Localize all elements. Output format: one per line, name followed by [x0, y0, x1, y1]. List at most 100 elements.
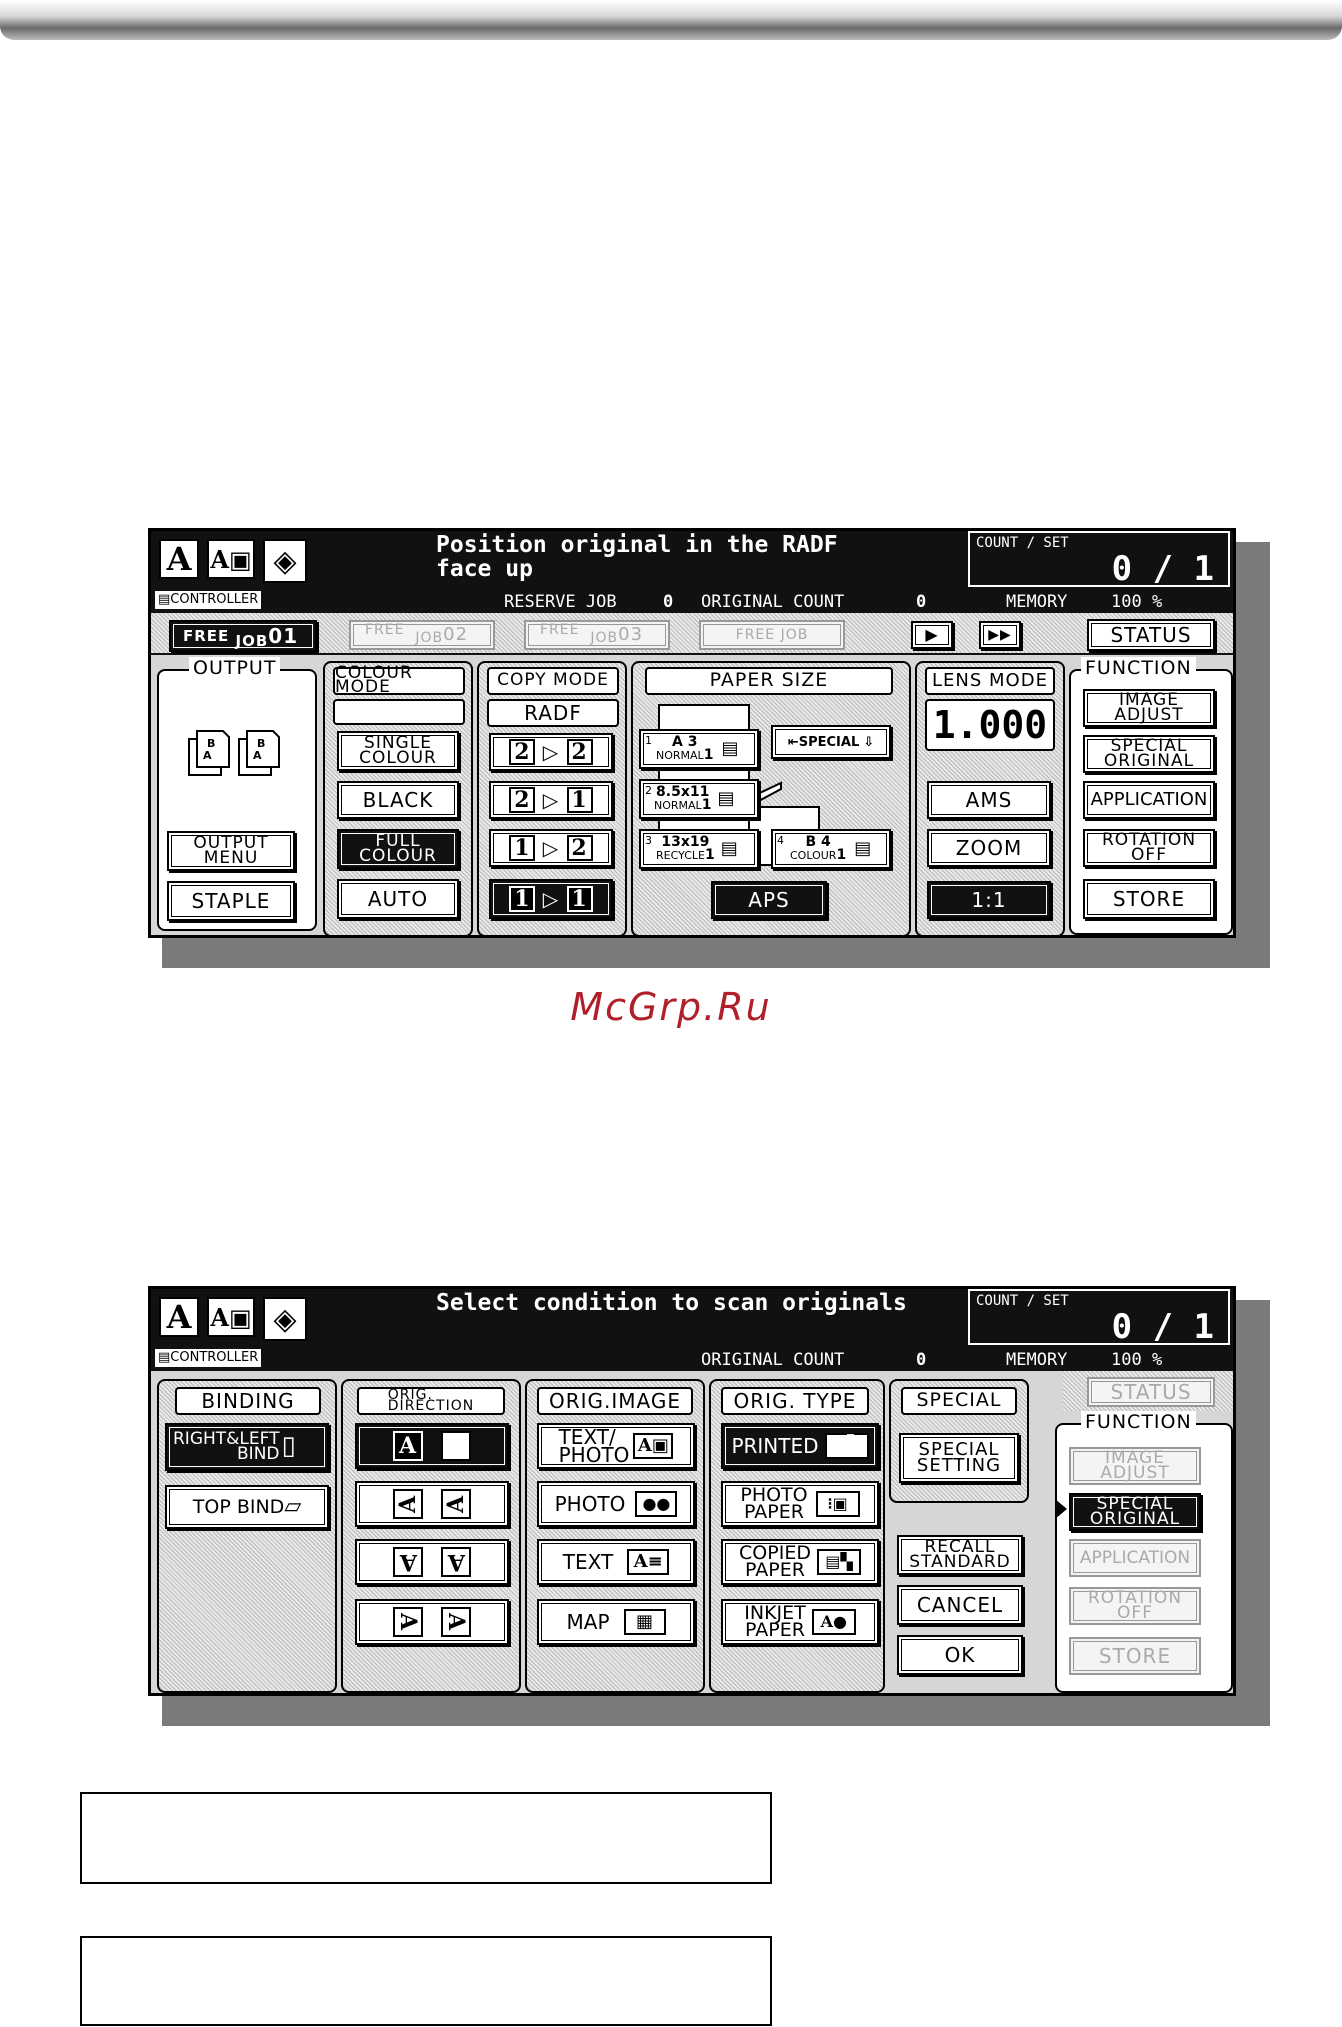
settings-diamond-icon[interactable]: ◈ — [263, 539, 307, 583]
copied-paper-button[interactable]: COPIED PAPER ▤▚ — [721, 1539, 879, 1585]
image-adjust-button[interactable]: IMAGE ADJUST — [1083, 689, 1215, 727]
paper-stack-icon: ▤ — [717, 788, 735, 809]
staple-button[interactable]: STAPLE — [167, 881, 295, 921]
job-03-number: 03 — [618, 624, 644, 645]
job-02-free: FREE — [365, 622, 405, 638]
full-colour-button[interactable]: FULL COLOUR — [337, 829, 459, 869]
fast-forward-icon: ▶▶ — [988, 627, 1012, 643]
paper-tray-3-button[interactable]: 3 13x19 RECYCLE1 ▤ — [639, 829, 759, 869]
paper-tray-1-button[interactable]: 1 A 3 NORMAL1 ▤ — [639, 729, 759, 769]
text-mode-icon[interactable]: A — [159, 539, 199, 579]
status-button[interactable]: STATUS — [1087, 619, 1215, 651]
text-photo-mode-icon[interactable]: A▣ — [207, 1297, 255, 1337]
special-paper-button[interactable]: ⇤ SPECIAL ⇩ — [771, 725, 891, 759]
copy-mode-2-1-button[interactable]: 2 ▷ 1 — [489, 781, 613, 819]
book-bind-icon: ▯ — [281, 1431, 296, 1462]
special-tray-icon: ⇤ — [787, 734, 799, 750]
text-photo-icon: A▣ — [633, 1433, 674, 1459]
orientation-a-upright-icon: A — [441, 1431, 471, 1461]
right-left-bind-button[interactable]: RIGHT&LEFT BIND ▯ — [165, 1423, 329, 1471]
text-button[interactable]: TEXT A≡ — [537, 1539, 695, 1585]
svg-text:A: A — [253, 749, 262, 762]
tray-number: 2 — [645, 784, 652, 797]
text-photo-button[interactable]: TEXT/ PHOTO A▣ — [537, 1423, 695, 1469]
direction-inverted-button[interactable]: AA — [355, 1539, 509, 1585]
tray-paper-level: 1 — [704, 847, 715, 863]
text-icon: A≡ — [627, 1549, 670, 1575]
aps-button[interactable]: APS — [711, 881, 827, 919]
count-set-box: COUNT / SET 0 / 1 — [968, 1289, 1230, 1347]
tray-paper-type: RECYCLE — [656, 849, 705, 862]
output-title: OUTPUT — [189, 657, 281, 679]
auto-colour-button[interactable]: AUTO — [337, 879, 459, 919]
photo-paper-button[interactable]: PHOTO PAPER ⁝▣ — [721, 1481, 879, 1527]
original-count-value: 0 — [916, 592, 927, 612]
black-button[interactable]: BLACK — [337, 781, 459, 819]
special-paper-label: SPECIAL — [798, 734, 860, 750]
paper-tray-4-button[interactable]: 4 B 4 COLOUR1 ▤ — [771, 829, 891, 869]
orientation-a-left-icon: A — [393, 1489, 423, 1519]
application-button[interactable]: APPLICATION — [1083, 781, 1215, 819]
top-bind-button[interactable]: TOP BIND ▱ — [165, 1485, 329, 1529]
photo-button[interactable]: PHOTO ●● — [537, 1481, 695, 1527]
zoom-button[interactable]: ZOOM — [927, 829, 1051, 867]
status-button[interactable]: STATUS — [1087, 1377, 1215, 1407]
store-button[interactable]: STORE — [1069, 1637, 1201, 1675]
paper-size-title: PAPER SIZE — [645, 667, 893, 695]
tray-paper-size: 13x19 — [661, 833, 710, 850]
photo-paper-icon: ⁝▣ — [815, 1491, 860, 1517]
text-mode-icon[interactable]: A — [159, 1297, 199, 1337]
application-button[interactable]: APPLICATION — [1069, 1539, 1201, 1577]
job-02-label: JOB — [415, 630, 444, 646]
copy-mode-2-2-button[interactable]: 2 ▷ 2 — [489, 733, 613, 771]
text-photo-mode-icon[interactable]: A▣ — [207, 539, 255, 579]
job-02-button[interactable]: FREE JOB 02 — [349, 620, 495, 650]
output-menu-button[interactable]: OUTPUT MENU — [167, 831, 295, 871]
copy-sides-value: 1 — [566, 787, 593, 813]
job-03-button[interactable]: FREE JOB 03 — [524, 620, 670, 650]
image-adjust-button[interactable]: IMAGE ADJUST — [1069, 1447, 1201, 1485]
copier-screen-special-original: A A▣ ◈ Select condition to scan original… — [148, 1286, 1270, 1726]
direction-right-button[interactable]: AA — [355, 1599, 509, 1645]
right-left-bind-label: RIGHT&LEFT BIND — [173, 1428, 280, 1464]
settings-diamond-icon[interactable]: ◈ — [263, 1297, 307, 1341]
special-original-button[interactable]: SPECIAL ORIGINAL — [1069, 1493, 1201, 1531]
last-job-button[interactable]: ▶▶ — [979, 621, 1021, 649]
count-set-label: COUNT / SET — [976, 535, 1069, 551]
next-job-button[interactable]: ▶ — [911, 621, 953, 649]
rotation-off-button[interactable]: ROTATION OFF — [1069, 1587, 1201, 1625]
paper-tray-2-button[interactable]: 2 8.5x11 NORMAL1 ▤ — [639, 779, 759, 819]
ams-button[interactable]: AMS — [927, 781, 1051, 819]
count-set-box: COUNT / SET 0 / 1 — [968, 531, 1230, 589]
direction-upright-button[interactable]: AA — [355, 1423, 509, 1469]
one-to-one-button[interactable]: 1:1 — [927, 881, 1051, 919]
map-icon: ▦ — [623, 1609, 666, 1635]
tray-paper-type: NORMAL — [656, 749, 704, 762]
rotation-off-button[interactable]: ROTATION OFF — [1083, 829, 1215, 867]
job-01-button[interactable]: FREE JOB 01 — [169, 620, 317, 652]
colour-mode-indicator — [333, 699, 465, 725]
single-colour-button[interactable]: SINGLE COLOUR — [337, 731, 459, 771]
copy-mode-1-1-button[interactable]: 1 ▷ 1 — [489, 879, 613, 919]
printed-button[interactable]: PRINTED ≡▚ — [721, 1423, 879, 1469]
special-original-button[interactable]: SPECIAL ORIGINAL — [1083, 735, 1215, 773]
free-job-button[interactable]: FREE JOB — [699, 620, 845, 650]
tray-paper-size: B 4 — [805, 833, 831, 850]
original-count-label: ORIGINAL COUNT — [701, 1350, 845, 1370]
cancel-button[interactable]: CANCEL — [897, 1585, 1023, 1625]
inkjet-paper-button[interactable]: INKJET PAPER A● — [721, 1599, 879, 1645]
memory-value: 100 % — [1111, 1350, 1163, 1370]
direction-left-button[interactable]: AA — [355, 1481, 509, 1527]
paper-stack-icon: ▤ — [720, 838, 738, 859]
recall-standard-button[interactable]: RECALL STANDARD — [897, 1535, 1023, 1575]
special-setting-button[interactable]: SPECIAL SETTING — [899, 1433, 1019, 1483]
original-sides-value: 2 — [509, 787, 536, 813]
memory-label: MEMORY — [1006, 592, 1068, 612]
copy-mode-1-2-button[interactable]: 1 ▷ 2 — [489, 829, 613, 867]
store-button[interactable]: STORE — [1083, 879, 1215, 919]
printed-label: PRINTED — [731, 1434, 819, 1458]
ok-button[interactable]: OK — [897, 1635, 1023, 1675]
map-button[interactable]: MAP ▦ — [537, 1599, 695, 1645]
selected-arrow-icon — [1055, 1499, 1067, 1519]
paper-stack-icon: ▤ — [854, 838, 872, 859]
